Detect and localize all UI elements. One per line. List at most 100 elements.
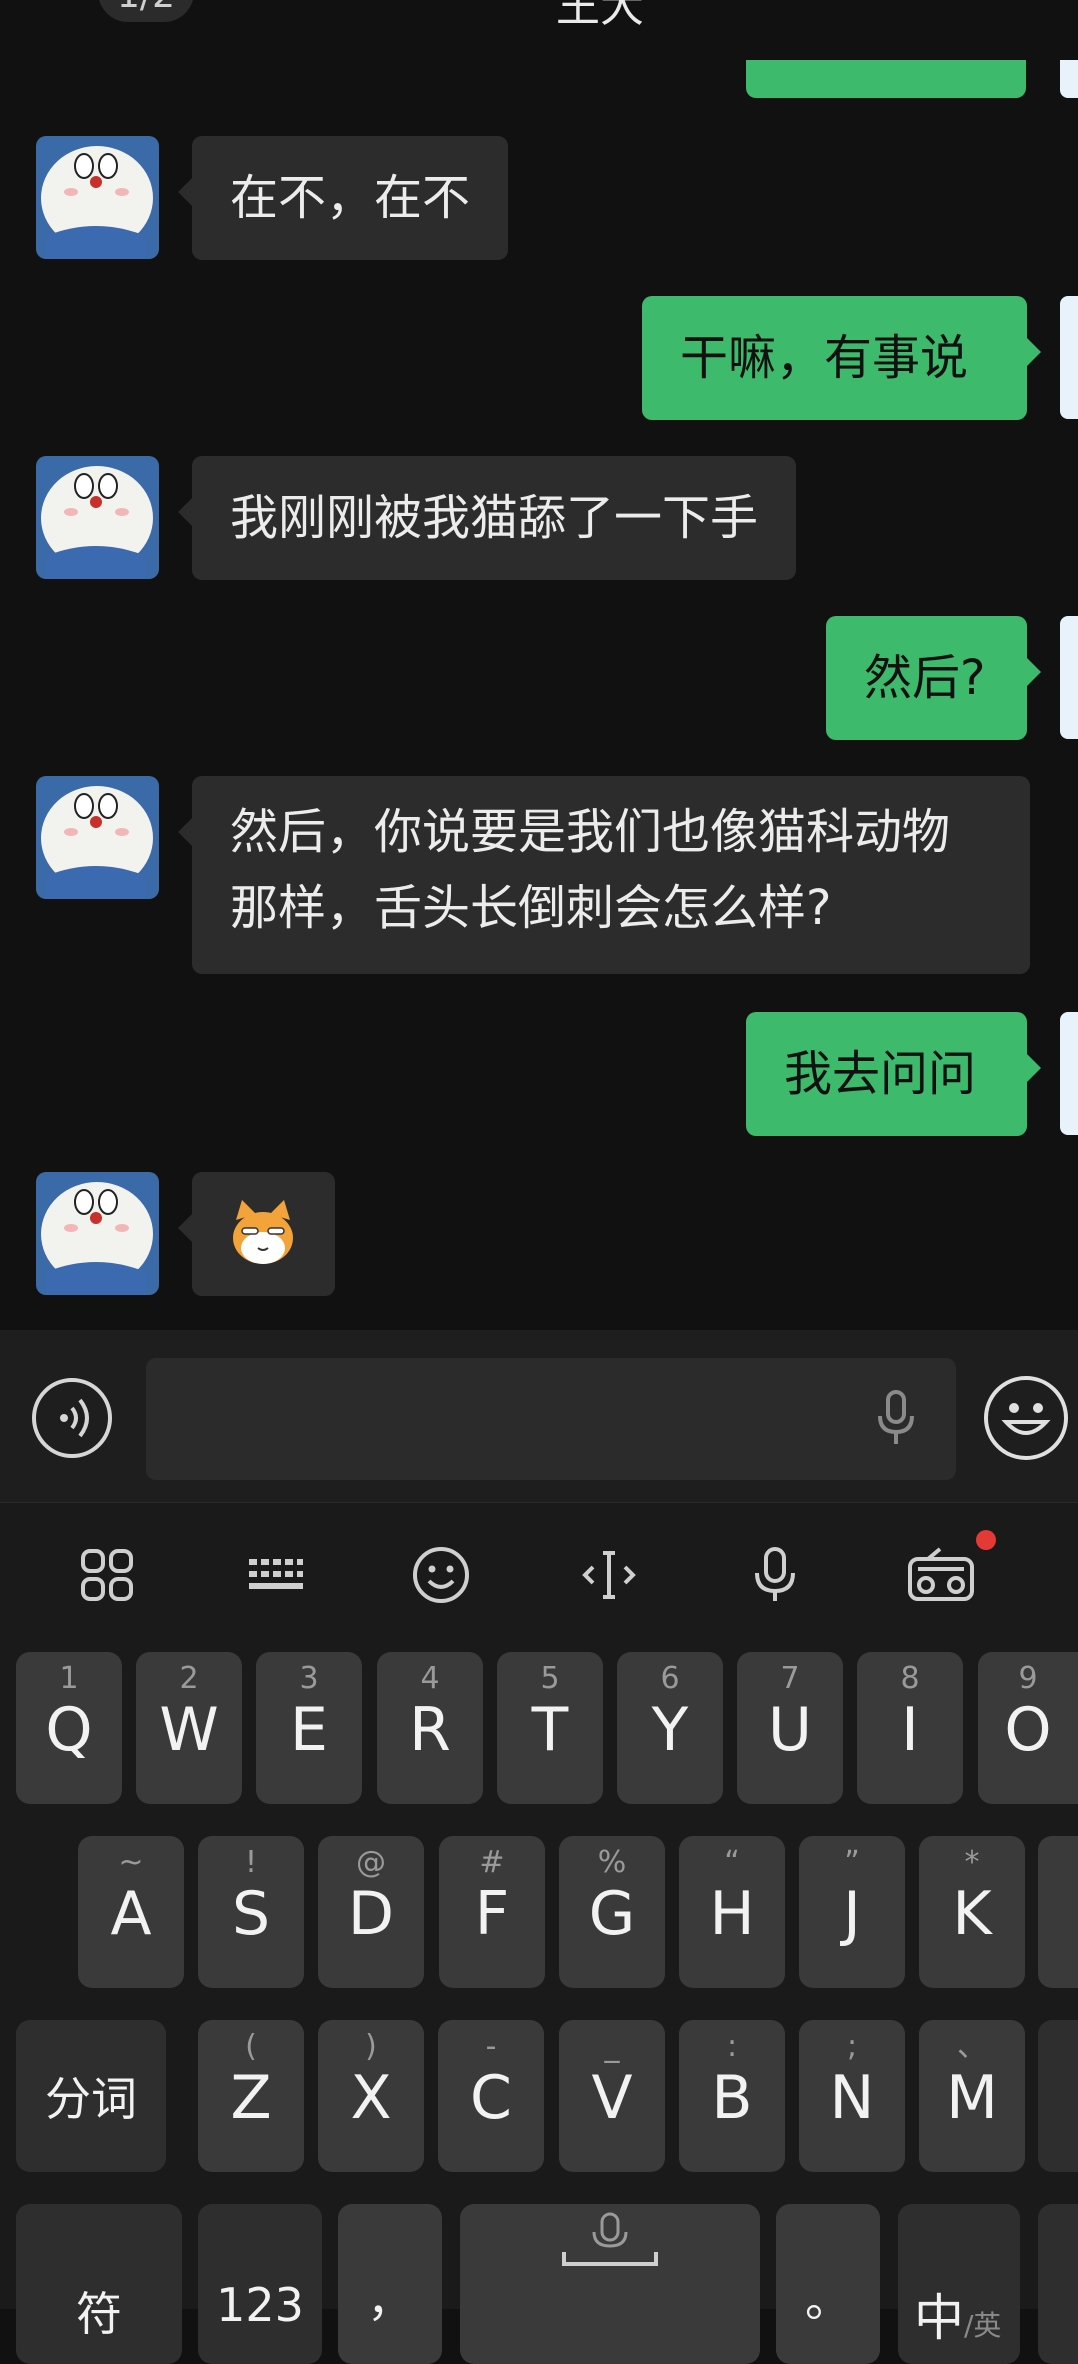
key-label: E	[290, 1695, 328, 1765]
emoji-icon[interactable]	[406, 1540, 476, 1610]
key-label: N	[829, 2063, 875, 2133]
key-t[interactable]: 5T	[497, 1652, 603, 1804]
key-secondary-label: _	[604, 2029, 620, 2064]
key-secondary-label: 2	[179, 1661, 199, 1696]
voice-input-icon[interactable]	[740, 1540, 810, 1610]
message-bubble[interactable]: 干嘛，有事说	[642, 296, 1041, 420]
period-key[interactable]: 。	[776, 2204, 880, 2364]
key-secondary-label: @	[356, 1845, 386, 1880]
message-bubble[interactable]: 我刚刚被我猫舔了一下手	[177, 456, 797, 580]
key-label: K	[952, 1879, 992, 1949]
key-secondary-label: 8	[900, 1661, 920, 1696]
key-label: S	[231, 1879, 271, 1949]
key-s[interactable]: ! S	[198, 1836, 304, 1988]
contact-avatar[interactable]	[36, 456, 159, 579]
key-secondary-label: 5	[540, 1661, 560, 1696]
key-secondary-label: #	[479, 1845, 505, 1880]
key-r[interactable]: 4R	[377, 1652, 483, 1804]
voice-toggle-button[interactable]	[32, 1378, 112, 1458]
edge-key[interactable]	[1038, 1836, 1078, 1988]
key-q[interactable]: 1Q	[16, 1652, 122, 1804]
lang-main-label: 中	[914, 2289, 964, 2347]
apps-grid-icon[interactable]	[72, 1540, 142, 1610]
key-secondary-label: 7	[780, 1661, 800, 1696]
key-k[interactable]: * K	[919, 1836, 1025, 1988]
key-secondary-label: *	[964, 1845, 980, 1880]
key-secondary-label: 1	[59, 1661, 79, 1696]
key-o[interactable]: 9O	[978, 1652, 1078, 1804]
emoji-button[interactable]	[984, 1376, 1068, 1460]
key-label: H	[709, 1879, 755, 1949]
key-v[interactable]: _ V	[559, 2020, 665, 2172]
numbers-key[interactable]: 123	[198, 2204, 322, 2364]
symbols-key[interactable]: 符	[16, 2204, 182, 2364]
key-secondary-label: -	[485, 2029, 497, 2064]
chat-title: 王大	[556, 0, 644, 32]
key-label: W	[159, 1695, 219, 1765]
self-avatar[interactable]	[1060, 296, 1078, 419]
key-f[interactable]: # F	[439, 1836, 545, 1988]
contact-avatar[interactable]	[36, 136, 159, 259]
key-z[interactable]: (Z	[198, 2020, 304, 2172]
key-j[interactable]: ” J	[799, 1836, 905, 1988]
key-h[interactable]: “H	[679, 1836, 785, 1988]
key-secondary-label: 6	[660, 1661, 680, 1696]
key-a[interactable]: ~ A	[78, 1836, 184, 1988]
key-label: M	[946, 2063, 998, 2133]
radio-icon[interactable]	[906, 1540, 976, 1610]
contact-avatar[interactable]	[36, 1172, 159, 1295]
contact-avatar[interactable]	[36, 776, 159, 899]
notification-badge	[976, 1530, 996, 1550]
key-d[interactable]: @ D	[318, 1836, 424, 1988]
key-label: F	[474, 1879, 510, 1949]
cat-face-emoji-icon	[233, 1200, 293, 1264]
voice-wave-icon	[60, 1398, 89, 1438]
key-secondary-label: 、	[957, 2029, 987, 2064]
microphone-icon[interactable]	[868, 1388, 924, 1448]
key-i[interactable]: 8I	[857, 1652, 963, 1804]
back-arrow-icon[interactable]	[50, 0, 80, 10]
key-label: Z	[230, 2063, 272, 2133]
key-label: D	[347, 1879, 395, 1949]
key-m[interactable]: 、 M	[919, 2020, 1025, 2172]
edge-key[interactable]	[1038, 2020, 1078, 2172]
key-secondary-label: 9	[1018, 1661, 1038, 1696]
segment-key[interactable]: 分词	[16, 2020, 166, 2172]
key-e[interactable]: 3E	[256, 1652, 362, 1804]
comma-key[interactable]: ，	[338, 2204, 442, 2364]
cursor-move-icon[interactable]	[574, 1540, 644, 1610]
message-bubble[interactable]: 然后，你说要是我们也像猫科动物那样，舌头长倒刺会怎么样?	[178, 776, 1030, 974]
key-g[interactable]: % G	[559, 1836, 665, 1988]
key-n[interactable]: ; N	[799, 2020, 905, 2172]
key-label: Y	[651, 1695, 689, 1765]
key-secondary-label: ;	[846, 2029, 858, 2064]
key-label: G	[588, 1879, 636, 1949]
keyboard-icon[interactable]	[240, 1540, 310, 1610]
message-bubble[interactable]: 在不，在不	[177, 136, 509, 260]
key-label: V	[591, 2063, 633, 2133]
key-secondary-label: “	[724, 1845, 740, 1880]
key-u[interactable]: 7U	[737, 1652, 843, 1804]
message-input[interactable]	[146, 1358, 956, 1480]
self-avatar[interactable]	[1060, 616, 1078, 739]
key-label: C	[470, 2063, 512, 2133]
message-bubble[interactable]: 然后?	[826, 616, 1041, 740]
key-label: X	[350, 2063, 392, 2133]
key-label: I	[901, 1695, 919, 1765]
key-w[interactable]: 2W	[136, 1652, 242, 1804]
self-avatar	[1060, 60, 1078, 98]
key-c[interactable]: -C	[438, 2020, 544, 2172]
key-label: T	[531, 1695, 569, 1765]
edge-key[interactable]	[1038, 2204, 1078, 2364]
key-x[interactable]: ) X	[318, 2020, 424, 2172]
sticker-bubble[interactable]	[178, 1172, 335, 1296]
key-secondary-label: )	[365, 2029, 377, 2064]
self-avatar[interactable]	[1060, 1012, 1078, 1135]
space-key[interactable]	[460, 2204, 760, 2364]
language-toggle-key[interactable]: 中/英	[898, 2204, 1020, 2364]
key-y[interactable]: 6Y	[617, 1652, 723, 1804]
page-indicator[interactable]: 1/2	[98, 0, 194, 22]
message-bubble[interactable]: 我去问问	[746, 1012, 1041, 1136]
key-b[interactable]: :B	[679, 2020, 785, 2172]
key-label: J	[843, 1879, 861, 1949]
